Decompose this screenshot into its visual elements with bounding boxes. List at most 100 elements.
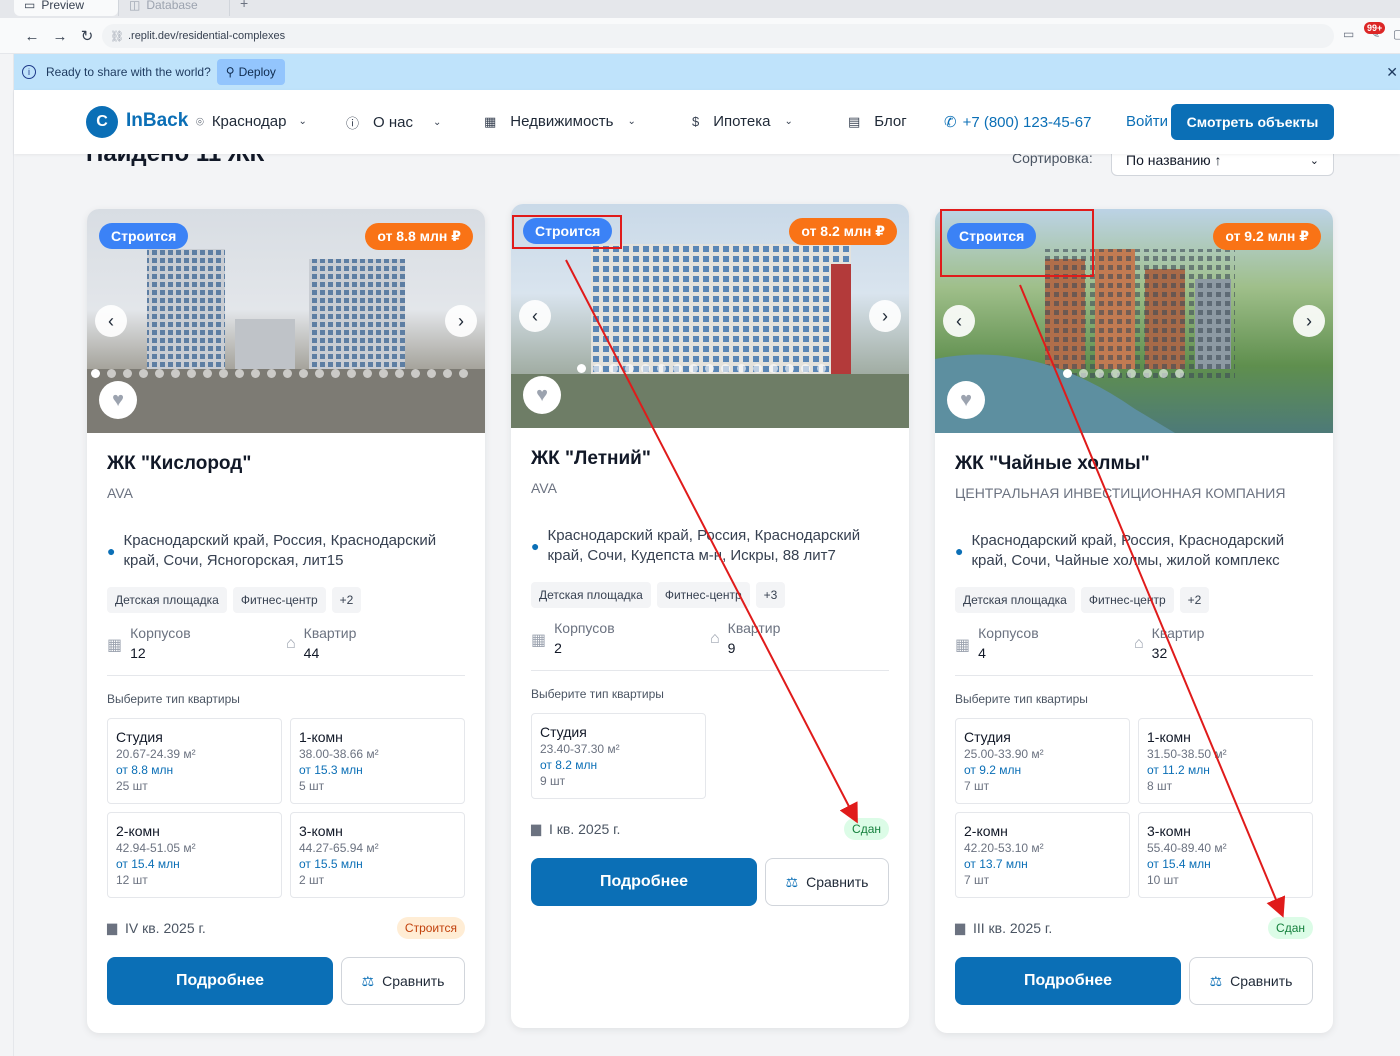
reload-icon[interactable]: ↻ [77,26,97,46]
complex-name[interactable]: ЖК "Чайные холмы" [955,453,1313,481]
favorite-heart-icon[interactable]: ♥ [947,381,985,419]
feature-tag: Фитнес-центр [656,582,750,608]
complex-name[interactable]: ЖК "Кислород" [107,453,465,481]
feature-tag: Детская площадка [107,587,227,613]
complex-name[interactable]: ЖК "Летний" [531,448,889,476]
back-icon[interactable]: ← [22,26,42,46]
apartment-type-option[interactable]: 2-комн 42.20-53.10 м² от 13.7 млн 7 шт [955,812,1130,898]
apartment-types: Студия 25.00-33.90 м² от 9.2 млн 7 шт 1-… [955,718,1313,898]
apt-area: 20.67-24.39 м² [116,747,196,761]
apt-type: 3-комн [1147,823,1191,839]
deadline-status-badge: Сдан [844,818,889,840]
nav-realty[interactable]: ▦ Недвижимость ⌄ [484,113,636,130]
complex-card: Строится от 8.2 млн ₽ ‹ › ♥ ЖК "Летний" … [511,204,909,1028]
favorite-heart-icon[interactable]: ♥ [523,376,561,414]
feature-tag: Фитнес-центр [1080,587,1174,613]
prev-image-button[interactable]: ‹ [519,300,551,332]
deadline-row: ▆ I кв. 2025 г. Сдан [531,817,889,841]
feature-tag: Детская площадка [955,587,1075,613]
nav-label: Недвижимость [510,113,614,130]
tab-preview[interactable]: ▭ Preview [14,0,118,16]
apt-type: 3-комн [299,823,343,839]
apt-type: 1-комн [299,729,343,745]
next-image-button[interactable]: › [869,300,901,332]
building-icon: ▦ [484,113,497,129]
scales-icon: ⚖ [785,873,799,890]
devices-icon[interactable]: ▭ [1343,27,1354,41]
apt-area: 55.40-89.40 м² [1147,841,1227,855]
coin-icon: $ [692,114,700,129]
apt-area: 42.20-53.10 м² [964,841,1044,855]
deploy-button[interactable]: ⚲ Deploy [216,59,285,85]
feature-tag-more[interactable]: +3 [755,582,786,608]
apartment-types: Студия 20.67-24.39 м² от 8.8 млн 25 шт 1… [107,718,465,898]
prev-image-button[interactable]: ‹ [943,305,975,337]
apartment-type-option[interactable]: 3-комн 44.27-65.94 м² от 15.5 млн 2 шт [290,812,465,898]
view-objects-button[interactable]: Смотреть объекты [1171,104,1334,140]
compare-button[interactable]: ⚖ Сравнить [1189,957,1313,1005]
nav-blog[interactable]: ▤ Блог [848,113,907,130]
apartment-type-option[interactable]: Студия 23.40-37.30 м² от 8.2 млн 9 шт [531,713,706,799]
login-link[interactable]: Войти [1126,113,1168,130]
nav-label: О нас [373,114,413,131]
info-icon: i [22,65,36,79]
apt-type: Студия [116,729,163,745]
apt-price: от 15.3 млн [299,763,363,777]
apartment-type-option[interactable]: Студия 20.67-24.39 м² от 8.8 млн 25 шт [107,718,282,804]
next-image-button[interactable]: › [445,305,477,337]
complex-stats: ▦ Корпусов 12 ⌂ Квартир 44 [107,625,465,676]
details-button[interactable]: Подробнее [955,957,1181,1005]
apt-count: 5 шт [299,779,325,793]
apt-count: 10 шт [1147,873,1179,887]
details-button[interactable]: Подробнее [531,858,757,906]
scales-icon: ⚖ [361,972,375,989]
complex-card: Строится от 8.8 млн ₽ ‹ › ♥ ЖК "Кислород… [87,209,485,1033]
details-button[interactable]: Подробнее [107,957,333,1005]
city-selector[interactable]: ⌾ Краснодар ⌄ [196,113,307,130]
apartment-type-option[interactable]: 1-комн 31.50-38.50 м² от 11.2 млн 8 шт [1138,718,1313,804]
close-icon[interactable]: ✕ [1386,64,1398,81]
window-icon[interactable]: ▢ [1393,27,1400,41]
chevron-down-icon: ⌄ [1309,154,1319,167]
tab-label: Preview [41,0,85,12]
compare-label: Сравнить [1230,973,1293,989]
developer-name: ЦЕНТРАЛЬНАЯ ИНВЕСТИЦИОННАЯ КОМПАНИЯ [955,485,1286,501]
city-label: Краснодар [211,113,287,130]
apt-type: 2-комн [116,823,160,839]
apartments-count: 44 [303,645,320,661]
next-image-button[interactable]: › [1293,305,1325,337]
apt-price: от 9.2 млн [964,763,1022,777]
forward-icon[interactable]: → [50,26,70,46]
apt-price: от 11.2 млн [1147,763,1210,777]
phone-link[interactable]: ✆ +7 (800) 123-45-67 [944,113,1091,132]
buildings-count: 4 [978,645,986,661]
logo-text[interactable]: InBack [126,110,188,132]
compare-button[interactable]: ⚖ Сравнить [341,957,465,1005]
url-field[interactable]: ⛓ .replit.dev/residential-complexes [102,24,1334,48]
feature-tags: Детская площадка Фитнес-центр +2 [107,587,465,613]
tab-database[interactable]: ◫ Database [118,0,230,16]
info-circle-icon: ⓘ [346,116,360,131]
monitor-icon: ▭ [24,0,36,12]
apartment-type-option[interactable]: 3-комн 55.40-89.40 м² от 15.4 млн 10 шт [1138,812,1313,898]
feature-tag-more[interactable]: +2 [1179,587,1210,613]
prev-image-button[interactable]: ‹ [95,305,127,337]
logo-icon[interactable]: C [86,106,118,138]
sort-value: По названию ↑ [1126,152,1222,168]
apartment-type-option[interactable]: 2-комн 42.94-51.05 м² от 15.4 млн 12 шт [107,812,282,898]
apt-price: от 15.5 млн [299,857,363,871]
compare-button[interactable]: ⚖ Сравнить [765,858,889,906]
feature-tag-more[interactable]: +2 [331,587,362,613]
deploy-icon: ⚲ [225,65,235,79]
nav-mortgage[interactable]: $ Ипотека ⌄ [692,113,793,130]
new-tab-icon[interactable]: + [240,0,248,11]
favorite-heart-icon[interactable]: ♥ [99,381,137,419]
price-badge: от 8.2 млн ₽ [789,218,897,245]
location-pin-icon: ● [955,543,964,559]
apartment-type-option[interactable]: Студия 25.00-33.90 м² от 9.2 млн 7 шт [955,718,1130,804]
nav-about[interactable]: ⓘ О нас ⌄ [346,113,441,132]
site-header: C InBack ⌾ Краснодар ⌄ ⓘ О нас ⌄ ▦ Недви… [14,90,1400,154]
notification-badge: 99+ [1364,22,1386,34]
apartment-type-option[interactable]: 1-комн 38.00-38.66 м² от 15.3 млн 5 шт [290,718,465,804]
tab-label: Database [146,0,198,12]
